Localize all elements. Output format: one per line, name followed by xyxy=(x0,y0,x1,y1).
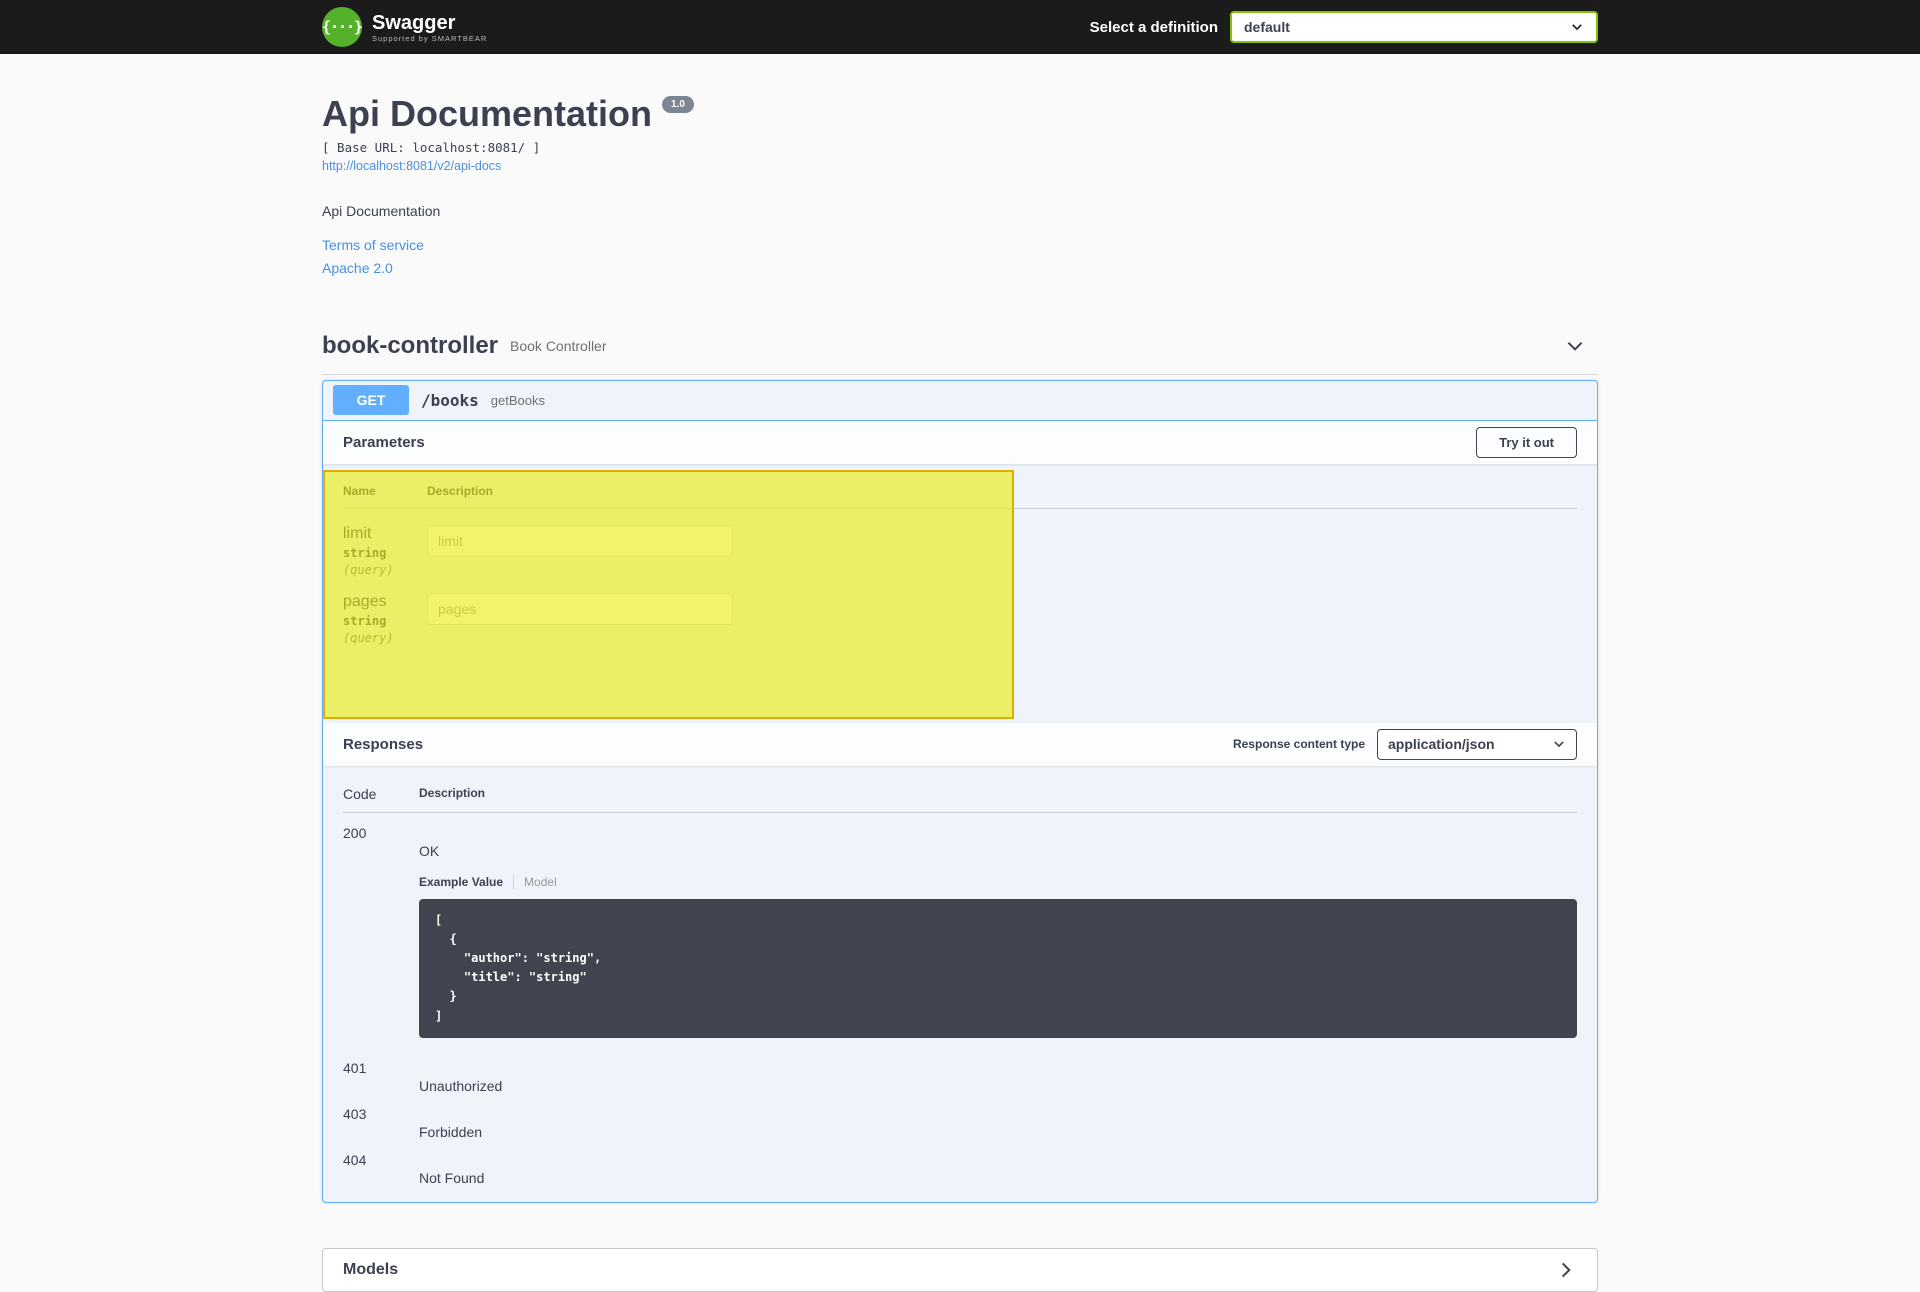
models-section[interactable]: Models xyxy=(322,1247,1598,1292)
parameters-table: Name Description limit string (query) pa… xyxy=(323,464,1597,723)
response-code: 401 xyxy=(343,1059,367,1076)
example-model-tabs: Example Value Model xyxy=(419,874,1577,889)
response-content-type-value: application/json xyxy=(1388,736,1495,753)
response-code: 403 xyxy=(343,1105,367,1122)
parameters-title: Parameters xyxy=(343,433,425,451)
chevron-down-icon xyxy=(1554,741,1564,748)
definition-select[interactable]: default xyxy=(1230,11,1598,43)
page-title: Api Documentation xyxy=(322,93,652,134)
response-row-200: 200 OK Example Value Model [ { "author":… xyxy=(343,813,1577,1038)
try-it-out-button[interactable]: Try it out xyxy=(1476,426,1577,458)
response-description: Unauthorized xyxy=(419,1077,503,1094)
parameter-type: string xyxy=(343,545,387,560)
operation-summary[interactable]: GET /books getBooks xyxy=(323,381,1597,421)
models-title: Models xyxy=(343,1260,399,1278)
api-docs-link[interactable]: http://localhost:8081/v2/api-docs xyxy=(322,159,501,173)
parameter-name: pages xyxy=(343,592,387,610)
chevron-down-icon xyxy=(1572,24,1582,31)
response-content-type-select[interactable]: application/json xyxy=(1377,728,1577,760)
operation-path: /books xyxy=(421,390,479,410)
topbar: {···} Swagger Supported by SMARTBEAR Sel… xyxy=(0,0,1920,54)
response-code: 404 xyxy=(343,1151,367,1168)
responses-header: Responses Response content type applicat… xyxy=(323,722,1597,766)
response-description: Not Found xyxy=(419,1169,485,1186)
pages-input[interactable] xyxy=(427,592,733,625)
collapse-chevron-icon[interactable] xyxy=(1564,335,1586,357)
tag-name: book-controller xyxy=(322,331,499,359)
response-code: 200 xyxy=(343,824,367,841)
version-badge: 1.0 xyxy=(662,96,694,113)
definition-select-value: default xyxy=(1244,19,1290,35)
logo-wordmark: Swagger xyxy=(372,11,456,34)
terms-of-service-link[interactable]: Terms of service xyxy=(322,237,1598,253)
limit-input[interactable] xyxy=(427,524,733,557)
tag-book-controller[interactable]: book-controller Book Controller xyxy=(322,332,1598,375)
example-json-block: [ { "author": "string", "title": "string… xyxy=(419,898,1577,1038)
opblock-get-books: GET /books getBooks Parameters Try it ou… xyxy=(322,379,1598,1203)
operation-summary-text: getBooks xyxy=(490,392,545,408)
braces-icon: {···} xyxy=(321,18,363,36)
base-url: [ Base URL: localhost:8081/ ] xyxy=(322,139,541,155)
api-description: Api Documentation xyxy=(322,202,441,219)
response-col-description-header: Description xyxy=(419,785,486,800)
swagger-logo: {···} Swagger Supported by SMARTBEAR xyxy=(322,7,487,47)
method-badge: GET xyxy=(333,385,409,416)
parameter-row-pages: pages string (query) xyxy=(343,592,1577,645)
response-col-code-header: Code xyxy=(343,785,377,802)
response-content-type-label: Response content type xyxy=(1232,737,1365,752)
tab-model[interactable]: Model xyxy=(513,874,557,889)
parameter-name: limit xyxy=(343,524,372,542)
swagger-logo-icon: {···} xyxy=(321,7,363,47)
responses-title: Responses xyxy=(343,735,424,753)
tag-description: Book Controller xyxy=(510,337,607,354)
chevron-right-icon xyxy=(1561,1262,1571,1278)
license-link[interactable]: Apache 2.0 xyxy=(322,260,1598,276)
response-row-404: 404 Not Found xyxy=(343,1140,1577,1186)
response-row-401: 401 Unauthorized xyxy=(343,1048,1577,1094)
parameter-location: (query) xyxy=(343,630,394,645)
param-col-description-header: Description xyxy=(427,483,494,498)
parameter-type: string xyxy=(343,613,387,628)
parameter-row-limit: limit string (query) xyxy=(343,524,1577,577)
response-description: Forbidden xyxy=(419,1123,483,1140)
select-definition-label: Select a definition xyxy=(1089,18,1218,36)
parameters-header: Parameters Try it out xyxy=(323,420,1597,464)
param-col-name-header: Name xyxy=(343,483,376,498)
responses-table: Code Description 200 OK Example Value Mo… xyxy=(323,766,1597,1202)
logo-tagline: Supported by SMARTBEAR xyxy=(372,33,488,43)
tab-example-value[interactable]: Example Value xyxy=(419,875,503,889)
response-description: OK xyxy=(419,842,440,859)
api-info-section: Api Documentation 1.0 [ Base URL: localh… xyxy=(322,54,1598,276)
parameter-location: (query) xyxy=(343,562,394,577)
response-row-403: 403 Forbidden xyxy=(343,1094,1577,1140)
